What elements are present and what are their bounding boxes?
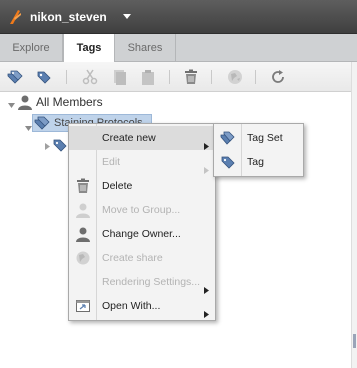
submenu-arrow-icon xyxy=(204,279,209,294)
toolbar-divider xyxy=(169,70,170,84)
copy-icon xyxy=(110,68,128,86)
menu-item-label: Tag Set xyxy=(247,132,283,144)
menu-item-label: Delete xyxy=(102,180,133,192)
tab-shares[interactable]: Shares xyxy=(115,34,176,62)
submenu-item-tag[interactable]: Tag xyxy=(214,150,303,174)
menu-item-delete[interactable]: Delete xyxy=(69,174,215,198)
menu-item-label: Move to Group... xyxy=(102,204,181,216)
delete-icon xyxy=(75,178,91,194)
user-icon xyxy=(75,202,91,218)
menu-item-label: Edit xyxy=(102,156,121,168)
submenu-arrow-icon xyxy=(204,159,209,174)
menu-item-edit: Edit xyxy=(69,150,215,174)
top-header: nikon_steven xyxy=(0,0,357,34)
open-with-icon xyxy=(75,298,91,314)
toolbar-divider xyxy=(66,70,67,84)
user-icon xyxy=(17,94,33,110)
refresh-icon[interactable] xyxy=(269,68,287,86)
menu-item-change-owner[interactable]: Change Owner... xyxy=(69,222,215,246)
user-menu-chevron-down-icon[interactable] xyxy=(122,11,132,21)
submenu-arrow-icon xyxy=(204,303,209,318)
tree-root-label[interactable]: All Members xyxy=(36,95,103,109)
context-menu: Create new Edit Delete Move to Group... … xyxy=(68,123,216,321)
menu-item-label: Create share xyxy=(102,252,163,264)
share-icon xyxy=(75,250,91,266)
share-icon xyxy=(226,68,244,86)
tagset-icon xyxy=(34,115,52,131)
user-icon xyxy=(75,226,91,242)
new-tag-icon[interactable] xyxy=(35,68,53,86)
tag-icon xyxy=(220,154,236,170)
menu-item-label: Rendering Settings... xyxy=(102,276,201,288)
delete-icon[interactable] xyxy=(182,68,200,86)
menu-item-open-with[interactable]: Open With... xyxy=(69,294,215,318)
username-label[interactable]: nikon_steven xyxy=(30,10,107,24)
menu-item-label: Change Owner... xyxy=(102,228,181,240)
app-logo-icon xyxy=(8,9,22,25)
create-new-submenu: Tag Set Tag xyxy=(213,123,304,177)
menu-item-label: Create new xyxy=(102,132,156,144)
menu-item-label: Tag xyxy=(247,156,264,168)
menu-item-create-new[interactable]: Create new xyxy=(69,126,215,150)
menu-item-create-share: Create share xyxy=(69,246,215,270)
expand-triangle-icon[interactable] xyxy=(44,141,51,150)
submenu-item-tag-set[interactable]: Tag Set xyxy=(214,126,303,150)
collapse-triangle-icon[interactable] xyxy=(25,123,32,131)
cut-icon xyxy=(81,68,99,86)
tab-tags[interactable]: Tags xyxy=(63,34,115,63)
tagset-icon xyxy=(220,130,236,146)
scrollbar[interactable] xyxy=(351,62,357,368)
submenu-arrow-icon xyxy=(204,135,209,150)
new-tagset-icon[interactable] xyxy=(6,68,24,86)
tab-bar: Explore Tags Shares xyxy=(0,34,357,63)
menu-item-rendering-settings: Rendering Settings... xyxy=(69,270,215,294)
menu-item-label: Open With... xyxy=(102,300,161,312)
paste-icon xyxy=(139,68,157,86)
toolbar-divider xyxy=(255,70,256,84)
scrollbar-thumb[interactable] xyxy=(353,334,356,348)
tab-explore[interactable]: Explore xyxy=(0,34,63,62)
menu-item-move-to-group: Move to Group... xyxy=(69,198,215,222)
toolbar-divider xyxy=(211,70,212,84)
toolbar xyxy=(0,62,351,92)
tag-icon xyxy=(52,137,68,153)
collapse-triangle-icon[interactable] xyxy=(8,100,15,108)
